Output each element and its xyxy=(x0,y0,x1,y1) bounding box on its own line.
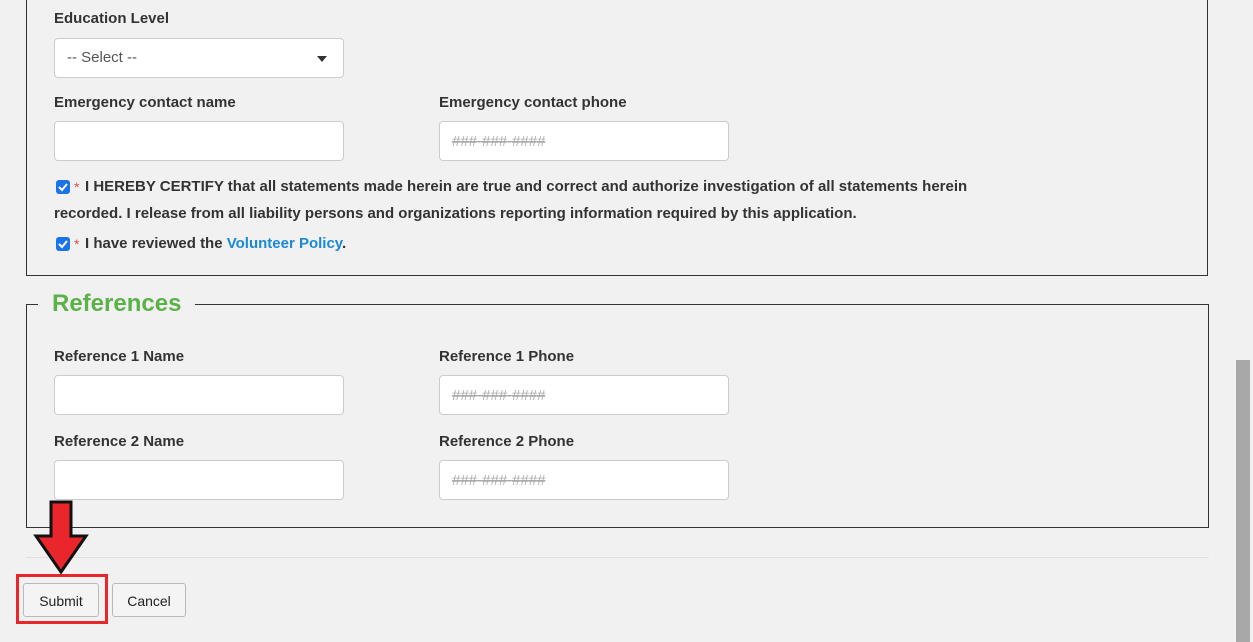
emergency-contact-name-input[interactable] xyxy=(54,121,344,161)
reference-1-phone-input[interactable] xyxy=(439,375,729,415)
chevron-down-icon xyxy=(317,56,327,62)
policy-period: . xyxy=(342,235,347,252)
emergency-contact-phone-input[interactable] xyxy=(439,121,729,161)
education-level-value: -- Select -- xyxy=(67,49,138,66)
references-legend: References xyxy=(38,288,196,320)
reference-1-name-input[interactable] xyxy=(54,375,344,415)
checkmark-icon xyxy=(58,183,68,192)
down-arrow-icon xyxy=(33,500,89,575)
emergency-contact-name-label: Emergency contact name xyxy=(54,94,236,111)
policy-text: I have reviewed the xyxy=(85,235,227,252)
education-level-label: Education Level xyxy=(54,10,170,27)
form-divider xyxy=(26,557,1209,558)
certify-text-line-1: I HEREBY CERTIFY that all statements mad… xyxy=(85,178,968,195)
reference-2-name-input[interactable] xyxy=(54,460,344,500)
submit-button[interactable]: Submit xyxy=(23,583,99,617)
reference-2-phone-label: Reference 2 Phone xyxy=(439,433,575,450)
checkmark-icon xyxy=(58,240,68,249)
reference-2-phone-input[interactable] xyxy=(439,460,729,500)
certify-checkbox[interactable] xyxy=(56,180,70,194)
reference-1-name-label: Reference 1 Name xyxy=(54,348,185,365)
reference-1-phone-label: Reference 1 Phone xyxy=(439,348,575,365)
policy-checkbox[interactable] xyxy=(56,237,70,251)
cancel-button[interactable]: Cancel xyxy=(112,583,186,617)
scrollbar-thumb[interactable] xyxy=(1236,360,1250,642)
required-asterisk: * xyxy=(74,179,80,195)
policy-statement: I have reviewed the Volunteer Policy. xyxy=(85,230,346,258)
certify-text-line-2: recorded. I release from all liability p… xyxy=(54,205,857,222)
volunteer-policy-link[interactable]: Volunteer Policy xyxy=(227,235,342,252)
emergency-contact-phone-label: Emergency contact phone xyxy=(439,94,627,111)
education-level-select[interactable]: -- Select -- xyxy=(54,38,344,78)
scrollbar-track[interactable] xyxy=(1233,0,1253,642)
reference-2-name-label: Reference 2 Name xyxy=(54,433,185,450)
required-asterisk: * xyxy=(74,236,80,252)
